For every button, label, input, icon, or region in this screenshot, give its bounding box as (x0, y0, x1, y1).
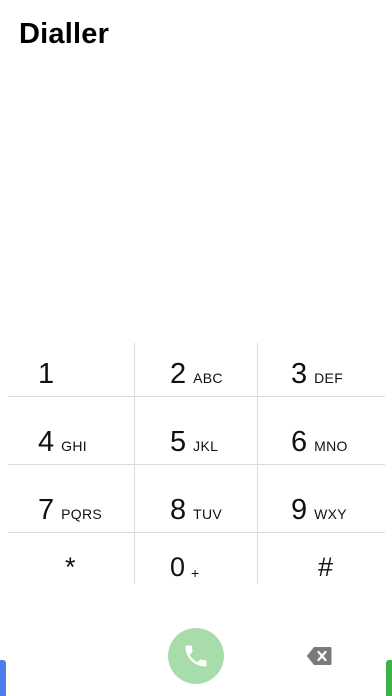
backspace-button[interactable] (306, 645, 332, 667)
key-digit: 5 (170, 425, 187, 458)
key-digit: 1 (38, 357, 55, 390)
key-3[interactable]: 3 DEF (291, 343, 343, 405)
key-7[interactable]: 7 PQRS (38, 479, 102, 541)
key-5[interactable]: 5 JKL (170, 411, 218, 473)
backspace-icon (306, 647, 332, 665)
key-star[interactable]: * (65, 547, 76, 587)
key-2[interactable]: 2 ABC (170, 343, 223, 405)
key-digit: 0 (170, 551, 186, 582)
key-0[interactable]: 0 + (170, 547, 199, 587)
keypad-row: * 0 + # (8, 547, 385, 587)
key-letters: ABC (193, 370, 223, 386)
key-letters: JKL (193, 438, 219, 454)
keypad-row: 4 GHI 5 JKL 6 MNO (8, 411, 385, 473)
dial-keypad: 1 2 ABC 3 DEF 4 GHI 5 JKL 6 MNO 7 PQRS 8… (8, 343, 385, 584)
page-title: Dialler (19, 18, 110, 50)
key-digit: # (318, 551, 334, 582)
key-digit: 3 (291, 357, 308, 390)
key-digit: 7 (38, 493, 55, 526)
key-letters: + (191, 565, 200, 581)
key-4[interactable]: 4 GHI (38, 411, 87, 473)
key-8[interactable]: 8 TUV (170, 479, 222, 541)
key-hash[interactable]: # (318, 547, 333, 587)
keypad-row: 7 PQRS 8 TUV 9 WXY (8, 479, 385, 541)
key-letters: GHI (61, 438, 87, 454)
right-edge-indicator (386, 660, 392, 696)
key-9[interactable]: 9 WXY (291, 479, 347, 541)
key-digit: 9 (291, 493, 308, 526)
key-digit: 2 (170, 357, 187, 390)
keypad-row: 1 2 ABC 3 DEF (8, 343, 385, 405)
key-digit: 6 (291, 425, 308, 458)
phone-icon (185, 645, 207, 667)
key-digit: 8 (170, 493, 187, 526)
key-letters: DEF (314, 370, 344, 386)
key-letters: PQRS (61, 506, 103, 522)
key-letters: WXY (314, 506, 347, 522)
key-1[interactable]: 1 (38, 343, 54, 405)
left-edge-indicator (0, 660, 6, 696)
key-6[interactable]: 6 MNO (291, 411, 348, 473)
key-digit: * (65, 551, 76, 582)
key-letters: MNO (314, 438, 348, 454)
key-digit: 4 (38, 425, 55, 458)
call-button[interactable] (168, 628, 224, 684)
key-letters: TUV (193, 506, 223, 522)
